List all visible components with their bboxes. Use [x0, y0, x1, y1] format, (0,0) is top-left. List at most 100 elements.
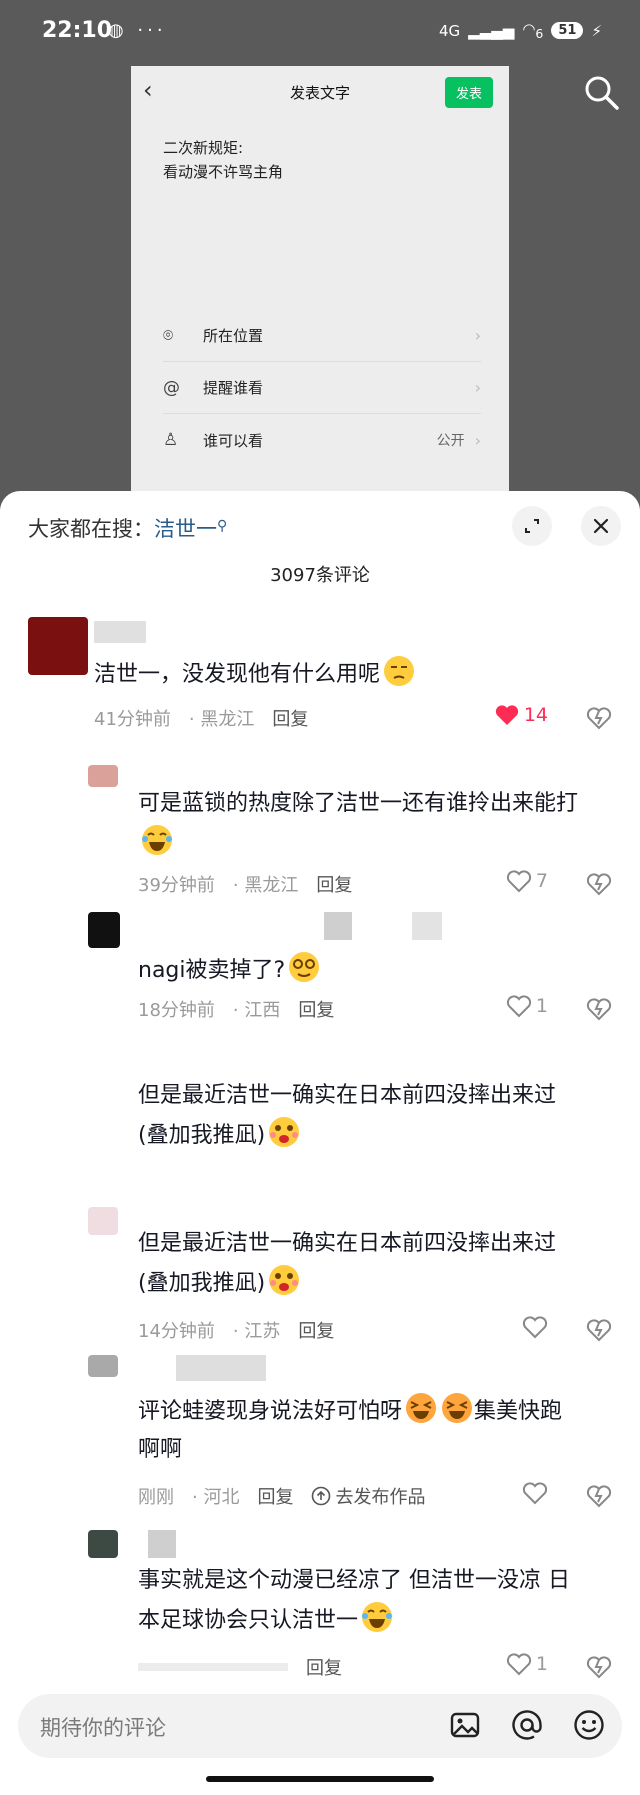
comment-line: (叠加我推凪) — [138, 1271, 266, 1296]
battery-icon: 51 — [551, 22, 584, 39]
publish-work-label: 去发布作品 — [335, 1487, 426, 1508]
comment-meta: 18分钟前 · 江西 回复 — [138, 996, 334, 1022]
like-button[interactable]: 1 — [506, 1652, 548, 1676]
avatar[interactable] — [88, 1207, 118, 1235]
like-button[interactable]: 1 — [506, 994, 548, 1018]
search-icon[interactable] — [583, 74, 621, 112]
comment-text: 事实就是这个动漫已经凉了 但洁世一没凉 日本足球协会只认洁世一 — [138, 1562, 612, 1640]
like-count: 1 — [535, 995, 548, 1017]
comment-line: 但是最近洁世一确实在日本前四没摔出来过 — [138, 1083, 557, 1108]
username-redacted[interactable] — [176, 1355, 266, 1381]
comment-region-text: 黑龙江 — [200, 709, 255, 730]
like-button[interactable] — [522, 1481, 548, 1505]
comment-region-text: 江西 — [244, 1000, 281, 1021]
comment-text: 洁世一，没发现他有什么用呢 — [94, 654, 612, 694]
post-text: 二次新规矩: 看动漫不许骂主角 — [163, 136, 283, 184]
dislike-heart-icon[interactable] — [586, 1654, 612, 1680]
comment-line: 评论蛙婆现身说法好可怕呀 — [138, 1399, 403, 1424]
comment-input-bar[interactable]: 期待你的评论 — [18, 1694, 622, 1758]
reply-button[interactable]: 回复 — [257, 1483, 293, 1509]
comment-text: nagi被卖掉了? — [138, 950, 612, 990]
close-icon[interactable] — [581, 506, 621, 546]
comment-line: 啊啊 — [138, 1437, 183, 1462]
location-row[interactable]: ⌾ 所在位置 › — [163, 310, 481, 362]
location-icon: ⌾ — [163, 325, 174, 346]
dislike-heart-icon[interactable] — [586, 1483, 612, 1509]
blush-emoji-icon — [269, 1265, 300, 1295]
avatar[interactable] — [88, 912, 120, 948]
upload-icon — [312, 1486, 331, 1506]
avatar[interactable] — [88, 1530, 118, 1558]
comment-line: (叠加我推凪) — [138, 1123, 266, 1148]
comment-time: 41分钟前 — [94, 709, 171, 730]
comment-input-placeholder[interactable]: 期待你的评论 — [40, 1712, 166, 1742]
row-value: 公开 — [436, 433, 465, 449]
comment-time: 39分钟前 — [138, 875, 215, 896]
search-suggestion[interactable]: 大家都在搜：洁世一⚲ — [28, 513, 227, 543]
publish-work-button[interactable]: 去发布作品 — [311, 1483, 425, 1509]
reply-button[interactable]: 回复 — [272, 705, 308, 731]
like-button[interactable]: 7 — [506, 869, 548, 893]
home-indicator — [206, 1776, 434, 1782]
visibility-row[interactable]: ♙ 谁可以看 公开 › — [163, 414, 481, 466]
comment-line: 本足球协会只认洁世一 — [138, 1608, 359, 1633]
reply-button[interactable]: 回复 — [298, 1317, 334, 1343]
image-icon[interactable] — [448, 1708, 482, 1742]
comment-time: 14分钟前 — [138, 1321, 215, 1342]
comment-region: · 江西 — [232, 1000, 281, 1021]
chevron-right-icon: › — [474, 430, 481, 450]
dislike-heart-icon[interactable] — [586, 871, 612, 897]
search-suggestion-term[interactable]: 洁世一 — [154, 517, 217, 541]
avatar[interactable] — [28, 617, 88, 675]
search-suggestion-prefix: 大家都在搜： — [28, 517, 154, 541]
username-redacted[interactable] — [412, 912, 442, 940]
reply-button[interactable]: 回复 — [306, 1654, 342, 1680]
eye-roll-emoji-icon — [384, 656, 415, 686]
comment-text: 可是蓝锁的热度除了洁世一还有谁拎出来能打 — [138, 785, 612, 863]
dislike-heart-icon[interactable] — [586, 705, 612, 731]
like-count: 1 — [535, 1653, 548, 1675]
heart-icon — [506, 995, 531, 1018]
expand-icon[interactable] — [512, 506, 552, 546]
laughing-emoji-icon — [442, 1393, 473, 1423]
avatar[interactable] — [88, 1355, 118, 1377]
heart-icon — [522, 1482, 548, 1505]
avatar[interactable] — [88, 765, 118, 787]
like-button[interactable]: 14 — [494, 703, 548, 727]
background-post-screen: ‹ 发表文字 发表 二次新规矩: 看动漫不许骂主角 ⌾ 所在位置 › @ 提醒谁… — [131, 66, 509, 506]
chevron-right-icon: › — [474, 326, 481, 345]
reply-button[interactable]: 回复 — [316, 871, 352, 897]
row-label: 所在位置 — [203, 327, 264, 345]
search-small-icon: ⚲ — [217, 518, 228, 534]
comment-region: · 黑龙江 — [232, 875, 299, 896]
like-button[interactable] — [522, 1315, 548, 1339]
sheet-header: 大家都在搜：洁世一⚲ — [0, 491, 640, 561]
person-icon: ♙ — [163, 430, 179, 450]
comment-meta: 39分钟前 · 黑龙江 回复 — [138, 871, 352, 897]
mention-row[interactable]: @ 提醒谁看 › — [163, 362, 481, 414]
like-count: 7 — [535, 870, 548, 892]
comment-region: · 江苏 — [232, 1321, 281, 1342]
username-redacted[interactable] — [324, 912, 352, 940]
wifi-icon: ◠6 — [522, 20, 544, 41]
comment-region: · 黑龙江 — [188, 709, 255, 730]
post-text-line: 二次新规矩: — [163, 139, 244, 157]
charging-icon: ⚡ — [591, 21, 602, 40]
username-redacted[interactable] — [148, 1530, 176, 1558]
comment-meta: 14分钟前 · 江苏 回复 — [138, 1317, 334, 1343]
like-count: 14 — [523, 704, 548, 726]
dislike-heart-icon[interactable] — [586, 996, 612, 1022]
meta-redacted — [138, 1663, 288, 1671]
reply-button[interactable]: 回复 — [298, 996, 334, 1022]
comment-line: nagi被卖掉了? — [138, 958, 286, 983]
emoji-icon[interactable] — [572, 1708, 606, 1742]
laugh-cry-emoji-icon — [362, 1602, 393, 1632]
dislike-heart-icon[interactable] — [586, 1317, 612, 1343]
publish-button[interactable]: 发表 — [444, 77, 493, 108]
at-icon[interactable] — [510, 1708, 544, 1742]
username-redacted[interactable] — [94, 621, 146, 643]
comment-line: 集美快跑 — [474, 1399, 563, 1424]
row-label: 提醒谁看 — [203, 379, 264, 397]
comment-line: 可是蓝锁的热度除了洁世一还有谁拎出来能打 — [138, 791, 579, 816]
comment-text: 但是最近洁世一确实在日本前四没摔出来过 (叠加我推凪) — [138, 1225, 612, 1303]
